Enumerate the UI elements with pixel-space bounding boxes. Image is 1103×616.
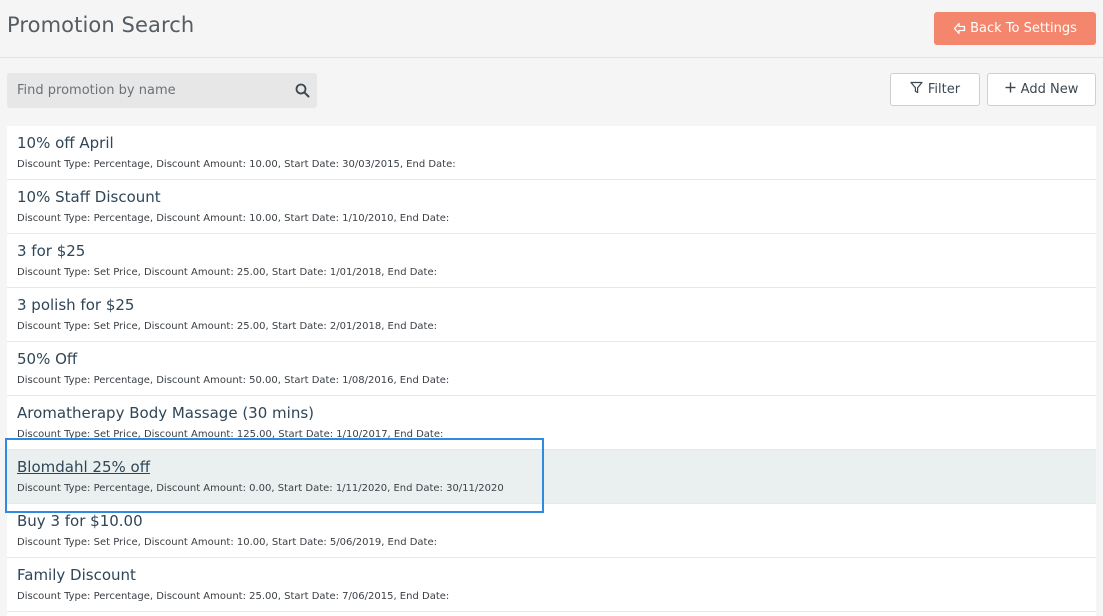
promotion-name[interactable]: 3 polish for $25: [17, 296, 134, 314]
promotion-name[interactable]: Blomdahl 25% off: [17, 458, 150, 476]
promotion-item-selected[interactable]: Blomdahl 25% off Discount Type: Percenta…: [7, 450, 1096, 504]
promotion-item[interactable]: 3 polish for $25 Discount Type: Set Pric…: [7, 288, 1096, 342]
filter-button-label: Filter: [927, 82, 961, 97]
promotion-item[interactable]: 10% off April Discount Type: Percentage,…: [7, 126, 1096, 180]
promotion-name[interactable]: Buy 3 for $10.00: [17, 512, 143, 530]
promotion-details: Discount Type: Percentage, Discount Amou…: [17, 483, 504, 494]
promotion-details: Discount Type: Set Price, Discount Amoun…: [17, 321, 437, 332]
promotion-name[interactable]: 10% off April: [17, 134, 114, 152]
promotion-details: Discount Type: Set Price, Discount Amoun…: [17, 267, 437, 278]
promotion-name[interactable]: 3 for $25: [17, 242, 85, 260]
promotion-details: Discount Type: Percentage, Discount Amou…: [17, 213, 450, 224]
filter-button[interactable]: Filter: [890, 73, 980, 106]
promotion-details: Discount Type: Percentage, Discount Amou…: [17, 375, 450, 386]
promotion-details: Discount Type: Percentage, Discount Amou…: [17, 159, 456, 170]
promotion-name[interactable]: 10% Staff Discount: [17, 188, 161, 206]
promotion-search-page: Promotion Search Back To Settings Filter: [0, 0, 1103, 616]
search-box: [7, 73, 317, 108]
arrow-left-icon: [953, 22, 966, 35]
promotion-name[interactable]: Aromatherapy Body Massage (30 mins): [17, 404, 314, 422]
promotion-list: 10% off April Discount Type: Percentage,…: [7, 126, 1096, 616]
promotion-details: Discount Type: Set Price, Discount Amoun…: [17, 429, 444, 440]
promotion-item[interactable]: 50% Off Discount Type: Percentage, Disco…: [7, 342, 1096, 396]
search-input[interactable]: [7, 73, 287, 108]
promotion-item[interactable]: 3 for $25 Discount Type: Set Price, Disc…: [7, 234, 1096, 288]
promotion-item[interactable]: Buy 3 for $10.00 Discount Type: Set Pric…: [7, 504, 1096, 558]
promotion-details: Discount Type: Set Price, Discount Amoun…: [17, 537, 437, 548]
promotion-item[interactable]: 10% Staff Discount Discount Type: Percen…: [7, 180, 1096, 234]
promotion-name[interactable]: 50% Off: [17, 350, 77, 368]
search-icon[interactable]: [295, 83, 310, 102]
page-header: Promotion Search Back To Settings: [0, 0, 1103, 58]
back-button-label: Back To Settings: [970, 21, 1077, 36]
page-title: Promotion Search: [7, 13, 195, 37]
add-new-button[interactable]: Add New: [987, 73, 1096, 106]
promotion-details: Discount Type: Percentage, Discount Amou…: [17, 591, 450, 602]
back-to-settings-button[interactable]: Back To Settings: [934, 12, 1096, 45]
promotion-item[interactable]: Family Discount Discount Type: Percentag…: [7, 558, 1096, 612]
promotion-name[interactable]: Family Discount: [17, 566, 136, 584]
plus-icon: [1005, 82, 1016, 97]
add-new-button-label: Add New: [1020, 82, 1079, 97]
promotion-item[interactable]: Aromatherapy Body Massage (30 mins) Disc…: [7, 396, 1096, 450]
filter-icon: [910, 81, 923, 98]
